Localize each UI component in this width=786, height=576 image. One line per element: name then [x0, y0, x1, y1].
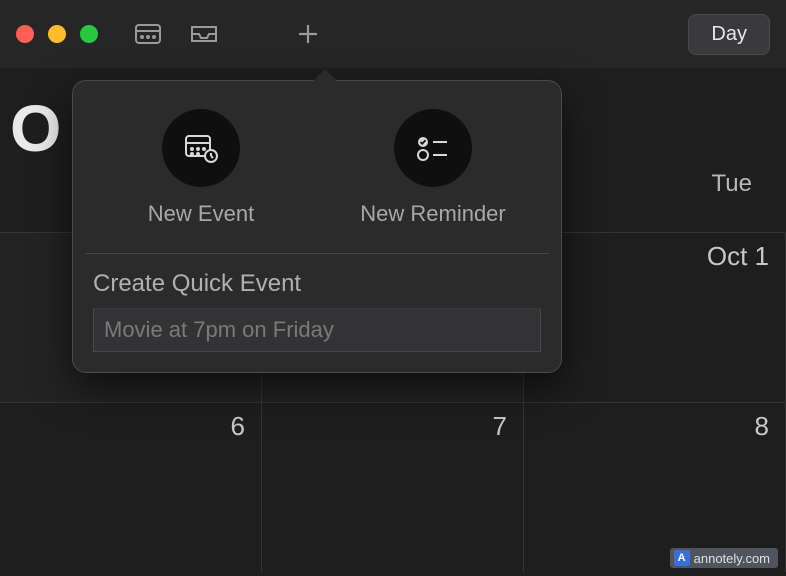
day-view-button[interactable]: Day: [688, 14, 770, 55]
date-number: Oct 1: [707, 241, 769, 272]
new-reminder-option[interactable]: New Reminder: [333, 101, 533, 235]
calendar-icon: [134, 22, 162, 46]
calendar-cell[interactable]: 7: [262, 403, 524, 572]
new-reminder-label: New Reminder: [360, 201, 506, 227]
date-number: 8: [755, 411, 769, 442]
new-event-option[interactable]: New Event: [101, 101, 301, 235]
weekday-heading: Tue: [712, 170, 752, 198]
quick-event-input[interactable]: [93, 308, 541, 352]
popover-option-row: New Event New Reminder: [85, 101, 549, 254]
calendar-row: 6 7 8: [0, 402, 786, 572]
add-popover: New Event New Reminder Create Quick Even…: [72, 80, 562, 373]
annotely-logo-icon: A: [674, 550, 690, 566]
watermark-text: annotely.com: [694, 551, 770, 566]
new-reminder-circle: [394, 109, 472, 187]
calendar-cell[interactable]: 6: [0, 403, 262, 572]
quick-event-section: Create Quick Event: [85, 254, 549, 352]
reminder-list-icon: [415, 134, 451, 162]
minimize-window-button[interactable]: [48, 25, 66, 43]
month-label-partial: O: [10, 95, 61, 161]
date-number: 6: [231, 411, 245, 442]
inbox-button[interactable]: [186, 16, 222, 52]
new-event-label: New Event: [148, 201, 254, 227]
date-number: 7: [493, 411, 507, 442]
tray-icon: [189, 22, 219, 46]
calendar-plus-icon: [183, 132, 219, 164]
titlebar: Day: [0, 0, 786, 68]
fullscreen-window-button[interactable]: [80, 25, 98, 43]
plus-icon: [296, 22, 320, 46]
watermark: A annotely.com: [670, 548, 778, 568]
calendar-cell[interactable]: 8: [524, 403, 786, 572]
close-window-button[interactable]: [16, 25, 34, 43]
calendar-cell[interactable]: Oct 1: [524, 233, 786, 402]
calendars-button[interactable]: [130, 16, 166, 52]
add-button[interactable]: [290, 16, 326, 52]
new-event-circle: [162, 109, 240, 187]
quick-event-heading: Create Quick Event: [93, 270, 541, 298]
window-controls: [16, 25, 98, 43]
